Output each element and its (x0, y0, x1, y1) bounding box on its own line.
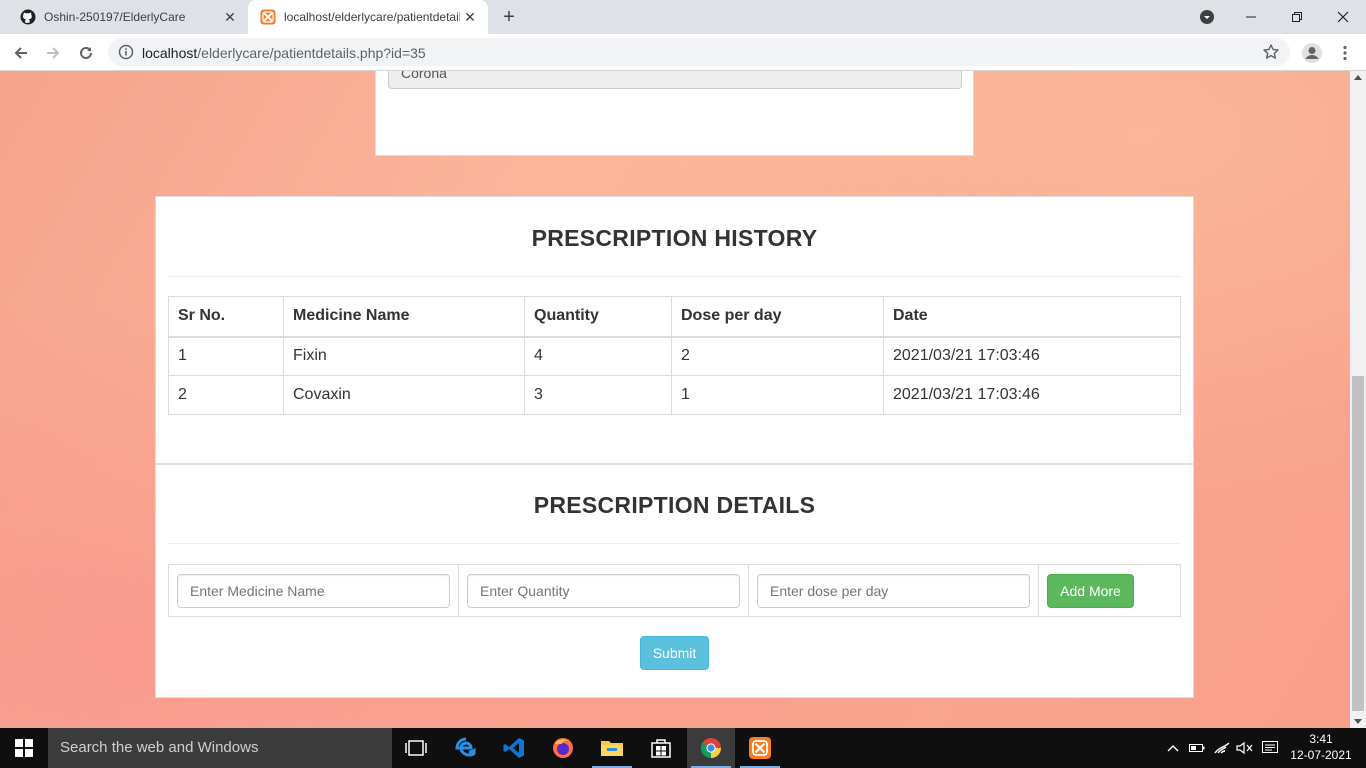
dose-per-day-input[interactable] (757, 573, 1030, 608)
scroll-down-icon[interactable] (1354, 719, 1362, 724)
submit-button[interactable]: Submit (640, 636, 709, 670)
more-menu-icon[interactable] (1332, 40, 1358, 66)
table-cell: Covaxin (283, 375, 525, 415)
clock-time: 3:41 (1309, 732, 1333, 746)
details-divider (168, 543, 1181, 544)
form-cell: Add More (1038, 564, 1181, 617)
back-arrow-icon[interactable] (8, 40, 34, 66)
new-tab-button[interactable]: + (498, 6, 520, 28)
table-header-row: Sr No. Medicine Name Quantity Dose per d… (168, 296, 1181, 338)
prescription-history-table: Sr No. Medicine Name Quantity Dose per d… (168, 296, 1181, 415)
xampp-taskbar-icon[interactable] (736, 728, 784, 768)
show-hidden-icons-icon[interactable] (1162, 728, 1184, 768)
scroll-up-icon[interactable] (1354, 75, 1362, 80)
add-more-button[interactable]: Add More (1047, 573, 1134, 608)
action-center-icon[interactable] (1258, 728, 1282, 768)
table-cell: 3 (524, 375, 672, 415)
edge-browser-icon[interactable] (442, 728, 490, 768)
store-icon[interactable] (637, 728, 685, 768)
tab-title: Oshin-250197/ElderlyCare (44, 10, 186, 24)
table-row: 2 Covaxin 3 1 2021/03/21 17:03:46 (168, 375, 1181, 415)
chrome-icon[interactable] (687, 728, 735, 768)
profile-avatar-icon[interactable] (1299, 40, 1325, 66)
task-view-icon[interactable] (392, 728, 440, 768)
close-tab-icon[interactable]: ✕ (462, 9, 478, 25)
tab-title: localhost/elderlycare/patientdetails.php… (284, 10, 460, 24)
table-cell: 1 (168, 336, 284, 376)
form-cell (458, 564, 749, 617)
table-cell: 4 (524, 336, 672, 376)
column-header: Quantity (524, 296, 672, 338)
url-host: localhost (142, 45, 198, 61)
column-header: Dose per day (671, 296, 884, 338)
patient-info-card: Corona (375, 71, 974, 156)
taskbar-clock[interactable]: 3:41 12-07-2021 (1286, 731, 1356, 763)
taskbar-search-box[interactable]: Search the web and Windows (48, 728, 392, 768)
minimize-icon[interactable] (1228, 0, 1274, 34)
close-window-icon[interactable] (1320, 0, 1366, 34)
url-path: /elderlycare/patientdetails.php?id=35 (197, 45, 426, 61)
volume-muted-icon[interactable] (1234, 728, 1256, 768)
reload-icon[interactable] (73, 40, 99, 66)
scrollbar-thumb[interactable] (1352, 376, 1364, 711)
tab-patientdetails[interactable]: localhost/elderlycare/patientdetails.php… (248, 0, 488, 34)
table-cell: 1 (671, 375, 884, 415)
table-cell: Fixin (283, 336, 525, 376)
tab-search-icon[interactable] (1198, 8, 1216, 26)
wifi-icon[interactable] (1210, 728, 1234, 768)
tab-github[interactable]: Oshin-250197/ElderlyCare ✕ (8, 0, 248, 34)
close-tab-icon[interactable]: ✕ (222, 9, 238, 25)
restore-icon[interactable] (1274, 0, 1320, 34)
form-cell (748, 564, 1039, 617)
table-cell: 2021/03/21 17:03:46 (883, 375, 1181, 415)
page-scrollbar[interactable] (1350, 71, 1366, 728)
address-bar[interactable]: localhost/elderlycare/patientdetails.php… (108, 38, 1290, 66)
page-viewport: Corona PRESCRIPTION HISTORY Sr No. Medic… (0, 71, 1350, 728)
github-icon (20, 9, 36, 25)
info-icon[interactable] (118, 44, 134, 60)
windows-taskbar: Search the web and Windows 3:41 12-07-20… (0, 728, 1366, 768)
battery-icon[interactable] (1186, 728, 1208, 768)
file-explorer-icon[interactable] (588, 728, 636, 768)
url-text: localhost/elderlycare/patientdetails.php… (142, 45, 426, 61)
browser-tab-bar: Oshin-250197/ElderlyCare ✕ localhost/eld… (0, 0, 1366, 34)
clock-date: 12-07-2021 (1290, 748, 1352, 762)
xampp-icon (260, 9, 276, 25)
table-cell: 2 (671, 336, 884, 376)
prescription-card: PRESCRIPTION HISTORY Sr No. Medicine Nam… (155, 196, 1194, 698)
form-cell (168, 564, 459, 617)
bookmark-star-icon[interactable] (1262, 43, 1280, 61)
medicine-name-input[interactable] (177, 573, 450, 608)
column-header: Date (883, 296, 1181, 338)
history-divider (168, 276, 1181, 277)
history-title: PRESCRIPTION HISTORY (531, 225, 818, 251)
table-cell: 2 (168, 375, 284, 415)
quantity-input[interactable] (467, 573, 740, 608)
prescription-form-row: Add More (168, 564, 1181, 617)
table-cell: 2021/03/21 17:03:46 (883, 336, 1181, 376)
column-header: Sr No. (168, 296, 284, 338)
forward-arrow-icon[interactable] (40, 40, 66, 66)
vscode-icon[interactable] (490, 728, 538, 768)
details-title: PRESCRIPTION DETAILS (533, 492, 816, 518)
column-header: Medicine Name (283, 296, 525, 338)
form-row: Add More (168, 564, 1181, 617)
browser-toolbar: localhost/elderlycare/patientdetails.php… (0, 34, 1366, 71)
section-divider (156, 463, 1193, 465)
disease-field: Corona (388, 71, 962, 89)
windows-start-icon[interactable] (0, 728, 48, 768)
table-row: 1 Fixin 4 2 2021/03/21 17:03:46 (168, 336, 1181, 376)
firefox-icon[interactable] (539, 728, 587, 768)
